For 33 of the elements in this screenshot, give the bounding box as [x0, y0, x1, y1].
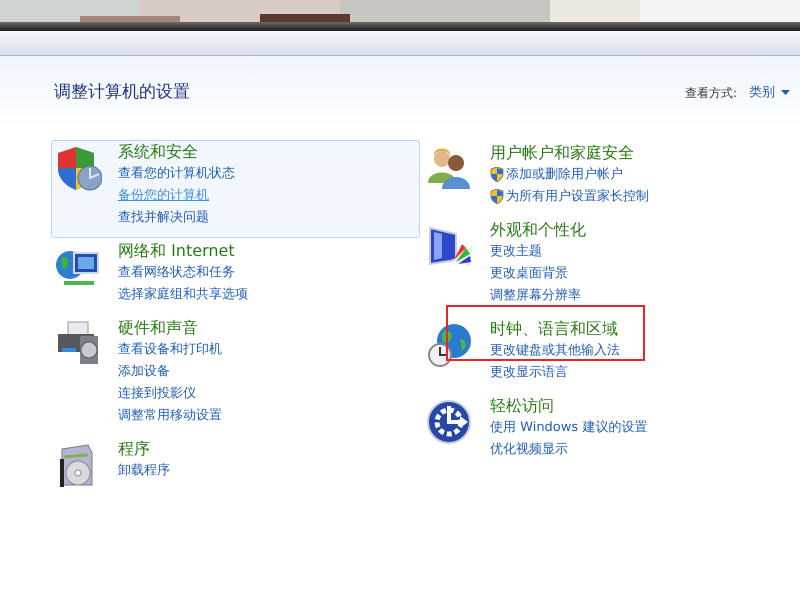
task-link[interactable]: 连接到投影仪	[118, 382, 222, 404]
shield-icon	[490, 189, 504, 204]
task-link[interactable]: 添加或删除用户帐户	[490, 164, 649, 186]
view-by-label: 查看方式:	[684, 84, 737, 102]
category-heading[interactable]: 网络和 Internet	[118, 240, 248, 262]
category-heading[interactable]: 系统和安全	[118, 140, 235, 162]
task-link[interactable]: 为所有用户设置家长控制	[490, 186, 649, 208]
task-link[interactable]: 更改桌面背景	[490, 262, 586, 284]
task-link[interactable]: 添加设备	[118, 360, 222, 382]
task-link[interactable]: 优化视频显示	[490, 438, 648, 460]
shield-icon	[490, 167, 504, 182]
task-link[interactable]: 使用 Windows 建议的设置	[490, 416, 648, 438]
task-link[interactable]: 卸载程序	[118, 460, 170, 482]
task-link[interactable]: 调整常用移动设置	[118, 404, 222, 426]
task-link[interactable]: 更改显示语言	[490, 362, 620, 384]
task-link[interactable]: 查看您的计算机状态	[118, 162, 235, 184]
view-by-dropdown[interactable]: 类别	[749, 83, 790, 102]
task-link[interactable]: 查找并解决问题	[118, 206, 235, 228]
task-link[interactable]: 调整屏幕分辨率	[490, 284, 586, 306]
task-link[interactable]: 查看设备和打印机	[118, 338, 222, 360]
accessibility-icon	[426, 398, 474, 446]
task-link[interactable]: 更改键盘或其他输入法	[490, 340, 620, 362]
category-heading[interactable]: 轻松访问	[490, 394, 648, 416]
category-heading[interactable]: 硬件和声音	[118, 316, 222, 338]
caret-icon	[781, 90, 790, 96]
task-link[interactable]: 更改主题	[490, 240, 586, 262]
task-link[interactable]: 查看网络状态和任务	[118, 262, 248, 284]
category-heading[interactable]: 程序	[118, 438, 170, 460]
category-heading[interactable]: 用户帐户和家庭安全	[490, 142, 649, 164]
task-link[interactable]: 选择家庭组和共享选项	[118, 284, 248, 306]
page-title: 调整计算机的设置	[54, 81, 190, 104]
category-heading[interactable]: 外观和个性化	[490, 218, 586, 240]
category-heading[interactable]: 时钟、语言和区域	[490, 318, 620, 340]
